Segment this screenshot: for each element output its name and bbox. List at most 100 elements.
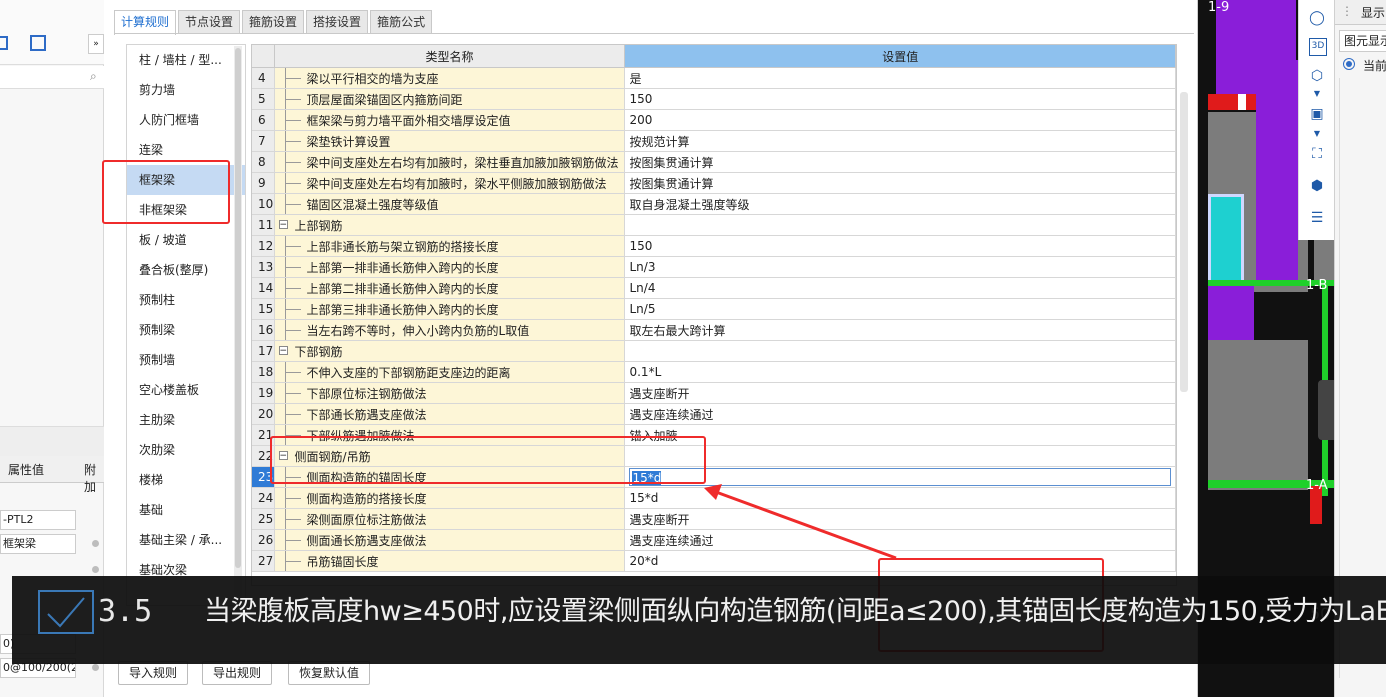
category-item[interactable]: 基础主梁 / 承... xyxy=(127,525,245,555)
category-item[interactable]: 剪力墙 xyxy=(127,75,245,105)
view-3d-icon[interactable]: 3D xyxy=(1309,38,1327,56)
row-type-name[interactable]: 梁中间支座处左右均有加腋时，梁水平侧腋加腋钢筋做法 xyxy=(274,172,626,194)
collapse-icon[interactable]: − xyxy=(278,220,288,230)
row-setting-value[interactable] xyxy=(624,214,1176,236)
fullscreen-icon[interactable]: ⛶ xyxy=(1307,144,1327,164)
layout-icon[interactable] xyxy=(30,35,46,51)
row-type-name[interactable]: 上部非通长筋与架立钢筋的搭接长度 xyxy=(274,235,626,257)
table-row[interactable]: 14 上部第二排非通长筋伸入跨内的长度 Ln/4 xyxy=(252,277,1176,299)
row-setting-value[interactable]: 150 xyxy=(624,88,1176,110)
table-row[interactable]: 7 梁垫铁计算设置 按规范计算 xyxy=(252,130,1176,152)
tab-stirrup-formula[interactable]: 箍筋公式 xyxy=(370,10,433,33)
row-type-name[interactable]: 侧面构造筋的搭接长度 xyxy=(274,487,626,509)
row-setting-value[interactable]: 150 xyxy=(624,235,1176,257)
table-row[interactable]: 10 锚固区混凝土强度等级值 取自身混凝土强度等级 xyxy=(252,193,1176,215)
table-row[interactable]: 9 梁中间支座处左右均有加腋时，梁水平侧腋加腋钢筋做法 按图集贯通计算 xyxy=(252,172,1176,194)
row-type-name[interactable]: 顶层屋面梁锚固区内箍筋间距 xyxy=(274,88,626,110)
header-setting-value[interactable]: 设置值 xyxy=(624,45,1176,68)
table-row[interactable]: 12 上部非通长筋与架立钢筋的搭接长度 150 xyxy=(252,235,1176,257)
row-setting-value[interactable]: 按图集贯通计算 xyxy=(624,151,1176,173)
row-type-name[interactable]: 锚固区混凝土强度等级值 xyxy=(274,193,626,215)
restore-default-button[interactable]: 恢复默认值 xyxy=(288,661,371,685)
row-type-name[interactable]: − 上部钢筋 xyxy=(274,214,626,236)
row-type-name[interactable]: 上部第三排非通长筋伸入跨内的长度 xyxy=(274,298,626,320)
row-type-name[interactable]: 梁侧面原位标注筋做法 xyxy=(274,508,626,530)
category-item[interactable]: 空心楼盖板 xyxy=(127,375,245,405)
table-row[interactable]: 15 上部第三排非通长筋伸入跨内的长度 Ln/5 xyxy=(252,298,1176,320)
table-row[interactable]: 19 下部原位标注钢筋做法 遇支座断开 xyxy=(252,382,1176,404)
table-row[interactable]: 18 不伸入支座的下部钢筋距支座边的距离 0.1*L xyxy=(252,361,1176,383)
row-setting-value[interactable]: 取自身混凝土强度等级 xyxy=(624,193,1176,215)
category-item[interactable]: 叠合板(整厚) xyxy=(127,255,245,285)
row-setting-value[interactable]: Ln/4 xyxy=(624,277,1176,299)
category-item[interactable]: 次肋梁 xyxy=(127,435,245,465)
header-type-name[interactable]: 类型名称 xyxy=(274,45,626,68)
table-row[interactable]: 20 下部通长筋遇支座做法 遇支座连续通过 xyxy=(252,403,1176,425)
category-item[interactable]: 柱 / 墙柱 / 型... xyxy=(127,45,245,75)
row-setting-value[interactable]: Ln/3 xyxy=(624,256,1176,278)
category-item[interactable]: 人防门框墙 xyxy=(127,105,245,135)
row-setting-value[interactable]: Ln/5 xyxy=(624,298,1176,320)
panel-icon[interactable] xyxy=(0,36,8,50)
row-setting-value[interactable]: 遇支座连续通过 xyxy=(624,403,1176,425)
export-rules-button[interactable]: 导出规则 xyxy=(202,661,273,685)
row-type-name[interactable]: 框架梁与剪力墙平面外相交墙厚设定值 xyxy=(274,109,626,131)
row-setting-value[interactable] xyxy=(624,445,1176,467)
row-type-name[interactable]: − 下部钢筋 xyxy=(274,340,626,362)
search-bar[interactable]: ⌕ xyxy=(0,66,104,89)
row-setting-value[interactable]: 按图集贯通计算 xyxy=(624,172,1176,194)
import-rules-button[interactable]: 导入规则 xyxy=(118,661,189,685)
row-setting-value[interactable]: 取左右最大跨计算 xyxy=(624,319,1176,341)
row-type-name[interactable]: 吊筋锚固长度 xyxy=(274,550,626,572)
radio-current[interactable] xyxy=(1343,58,1355,70)
row-type-name[interactable]: 当左右跨不等时，伸入小跨内负筋的L取值 xyxy=(274,319,626,341)
search-icon[interactable]: ⌕ xyxy=(90,69,97,84)
row-setting-value[interactable]: 按规范计算 xyxy=(624,130,1176,152)
chevron-down-icon[interactable]: ▼ xyxy=(1307,84,1327,104)
row-type-name[interactable]: 侧面通长筋遇支座做法 xyxy=(274,529,626,551)
table-row[interactable]: 5 顶层屋面梁锚固区内箍筋间距 150 xyxy=(252,88,1176,110)
table-row[interactable]: 13 上部第一排非通长筋伸入跨内的长度 Ln/3 xyxy=(252,256,1176,278)
row-setting-value[interactable]: 是 xyxy=(624,67,1176,89)
row-type-name[interactable]: 上部第一排非通长筋伸入跨内的长度 xyxy=(274,256,626,278)
category-item[interactable]: 基础 xyxy=(127,495,245,525)
prop-field-name[interactable]: -PTL2 xyxy=(0,510,76,530)
row-setting-value[interactable]: 0.1*L xyxy=(624,361,1176,383)
isometric-icon[interactable]: ⬢ xyxy=(1307,176,1327,196)
category-item[interactable]: 预制柱 xyxy=(127,285,245,315)
row-type-name[interactable]: 梁垫铁计算设置 xyxy=(274,130,626,152)
prop-field-type[interactable]: 框架梁 xyxy=(0,534,76,554)
table-row[interactable]: 8 梁中间支座处左右均有加腋时，梁柱垂直加腋加腋钢筋做法 按图集贯通计算 xyxy=(252,151,1176,173)
table-row[interactable]: 6 框架梁与剪力墙平面外相交墙厚设定值 200 xyxy=(252,109,1176,131)
box-view-icon[interactable]: ▣ xyxy=(1307,104,1327,124)
row-type-name[interactable]: 不伸入支座的下部钢筋距支座边的距离 xyxy=(274,361,626,383)
category-item[interactable]: 板 / 坡道 xyxy=(127,225,245,255)
table-row[interactable]: 16 当左右跨不等时，伸入小跨内负筋的L取值 取左右最大跨计算 xyxy=(252,319,1176,341)
category-item[interactable]: 主肋梁 xyxy=(127,405,245,435)
row-type-name[interactable]: 下部原位标注钢筋做法 xyxy=(274,382,626,404)
drag-handle-icon[interactable]: ⋮ xyxy=(1341,4,1353,18)
table-row[interactable]: 4 梁以平行相交的墙为支座是 xyxy=(252,67,1176,89)
tab-calc-rules[interactable]: 计算规则 xyxy=(114,10,177,35)
sphere-icon[interactable]: ◯ xyxy=(1307,8,1327,28)
row-setting-value[interactable]: 遇支座断开 xyxy=(624,382,1176,404)
chevron-down-icon[interactable]: ▼ xyxy=(1307,124,1327,144)
properties-view-icon[interactable]: ☰ xyxy=(1307,208,1327,228)
more-icon[interactable]: » xyxy=(88,34,104,54)
row-setting-value[interactable]: 200 xyxy=(624,109,1176,131)
row-setting-value[interactable]: 锚入加腋 xyxy=(624,424,1176,446)
row-setting-value[interactable] xyxy=(624,340,1176,362)
tab-node-settings[interactable]: 节点设置 xyxy=(178,10,241,33)
tab-stirrup-settings[interactable]: 箍筋设置 xyxy=(242,10,305,33)
row-type-name[interactable]: 梁以平行相交的墙为支座 xyxy=(274,67,626,89)
row-type-name[interactable]: 上部第二排非通长筋伸入跨内的长度 xyxy=(274,277,626,299)
row-type-name[interactable]: 梁中间支座处左右均有加腋时，梁柱垂直加腋加腋钢筋做法 xyxy=(274,151,626,173)
category-item[interactable]: 预制梁 xyxy=(127,315,245,345)
collapse-handle[interactable] xyxy=(1318,380,1334,440)
category-item[interactable]: 预制墙 xyxy=(127,345,245,375)
category-item[interactable]: 楼梯 xyxy=(127,465,245,495)
tab-lap-settings[interactable]: 搭接设置 xyxy=(306,10,369,33)
category-scrollbar[interactable] xyxy=(234,46,242,602)
grid-scrollbar[interactable] xyxy=(1180,92,1188,392)
collapse-icon[interactable]: − xyxy=(278,346,288,356)
